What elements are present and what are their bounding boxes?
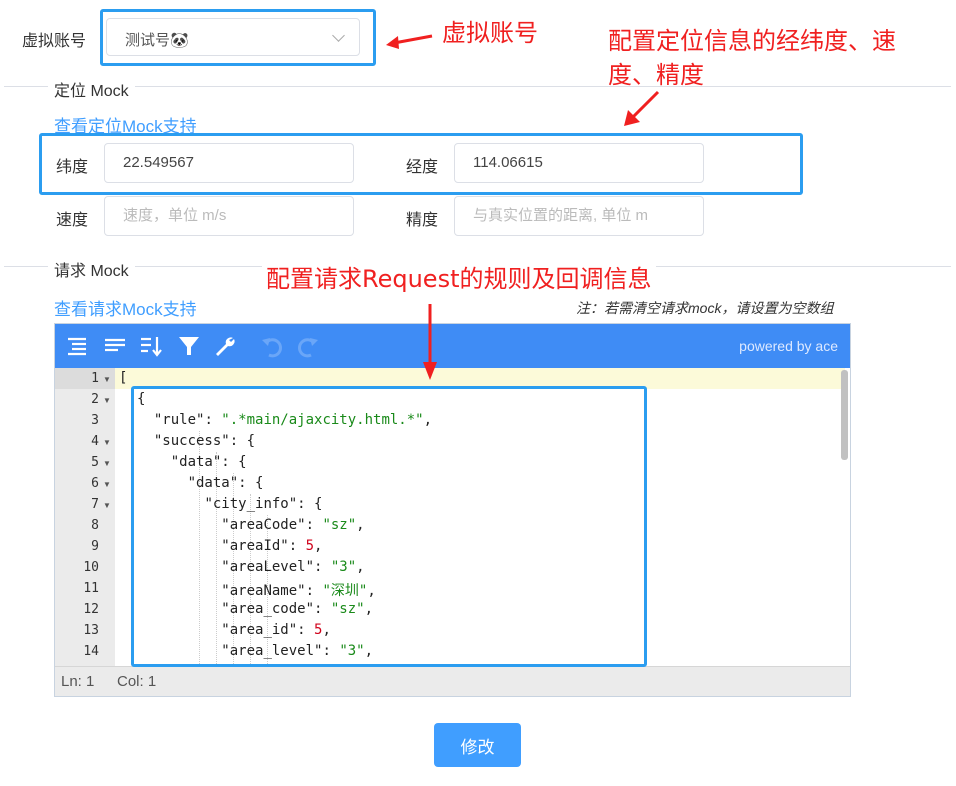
- lng-input[interactable]: 114.06615: [454, 143, 704, 183]
- undo-icon[interactable]: [259, 334, 283, 358]
- editor-scrollbar[interactable]: [841, 370, 848, 460]
- redo-icon[interactable]: [297, 334, 321, 358]
- accuracy-label: 精度: [406, 212, 439, 229]
- fold-arrow-icon[interactable]: ▼: [103, 375, 111, 384]
- line-number: 1: [91, 371, 99, 386]
- line-number: 9: [91, 539, 99, 554]
- line-number: 13: [83, 623, 99, 638]
- annotation-location-1: 配置定位信息的经纬度、速: [608, 27, 896, 55]
- lng-label: 经度: [406, 159, 439, 176]
- powered-by-text: powered by ace: [739, 338, 838, 354]
- status-col: Col: 1: [117, 673, 157, 690]
- request-note: 注：若需清空请求mock，请设置为空数组: [576, 300, 834, 316]
- speed-input[interactable]: 速度，单位 m/s: [104, 196, 354, 236]
- fold-arrow-icon[interactable]: ▼: [103, 396, 111, 405]
- line-number: 8: [91, 518, 99, 533]
- account-label: 虚拟账号: [22, 33, 87, 50]
- line-number: 7: [91, 497, 99, 512]
- compact-icon[interactable]: [103, 334, 127, 358]
- fold-arrow-icon[interactable]: ▼: [103, 459, 111, 468]
- account-select-value: 测试号🐼: [125, 32, 189, 49]
- line-number: 2: [91, 392, 99, 407]
- account-select[interactable]: 测试号🐼: [106, 18, 360, 56]
- request-help-link[interactable]: 查看请求Mock支持: [54, 295, 197, 320]
- annotation-account: 虚拟账号: [442, 19, 538, 47]
- editor-toolbar: powered by ace: [55, 324, 850, 368]
- arrow-left-icon: [386, 34, 433, 49]
- fold-arrow-icon[interactable]: ▼: [103, 480, 111, 489]
- editor-gutter: 1 2 3 4 5 6 7 8 9 10 11 12 13 14 ▼ ▼ ▼ ▼…: [55, 368, 115, 666]
- line-number: 11: [83, 581, 99, 596]
- line-number: 10: [83, 560, 99, 575]
- line-number: 6: [91, 476, 99, 491]
- speed-label: 速度: [56, 212, 89, 229]
- arrow-down-icon: [423, 304, 437, 380]
- chevron-down-icon[interactable]: [332, 29, 345, 42]
- accuracy-input[interactable]: 与真实位置的距离, 单位 m: [454, 196, 704, 236]
- line-number: 4: [91, 434, 99, 449]
- code-line: [: [119, 370, 128, 386]
- fold-arrow-icon[interactable]: ▼: [103, 501, 111, 510]
- arrow-down-left-icon: [624, 90, 660, 126]
- filter-icon[interactable]: [177, 334, 201, 358]
- submit-button[interactable]: 修改: [434, 723, 521, 767]
- annotation-request: 配置请求Request的规则及回调信息: [262, 262, 656, 296]
- line-number: 5: [91, 455, 99, 470]
- editor-status-bar: Ln: 1 Col: 1: [55, 666, 850, 696]
- request-json-highlight-box: [131, 386, 647, 667]
- line-number: 3: [91, 413, 99, 428]
- status-line: Ln: 1: [61, 673, 95, 690]
- line-number: 14: [83, 644, 99, 659]
- wrench-icon[interactable]: [213, 334, 237, 358]
- line-number: 12: [83, 602, 99, 617]
- sort-icon[interactable]: [139, 334, 163, 358]
- format-icon[interactable]: [65, 334, 89, 358]
- lat-input[interactable]: 22.549567: [104, 143, 354, 183]
- fold-arrow-icon[interactable]: ▼: [103, 438, 111, 447]
- location-divider: [4, 86, 951, 87]
- location-section-title: 定位 Mock: [48, 77, 135, 101]
- request-section-title: 请求 Mock: [48, 257, 135, 281]
- lat-label: 纬度: [56, 159, 89, 176]
